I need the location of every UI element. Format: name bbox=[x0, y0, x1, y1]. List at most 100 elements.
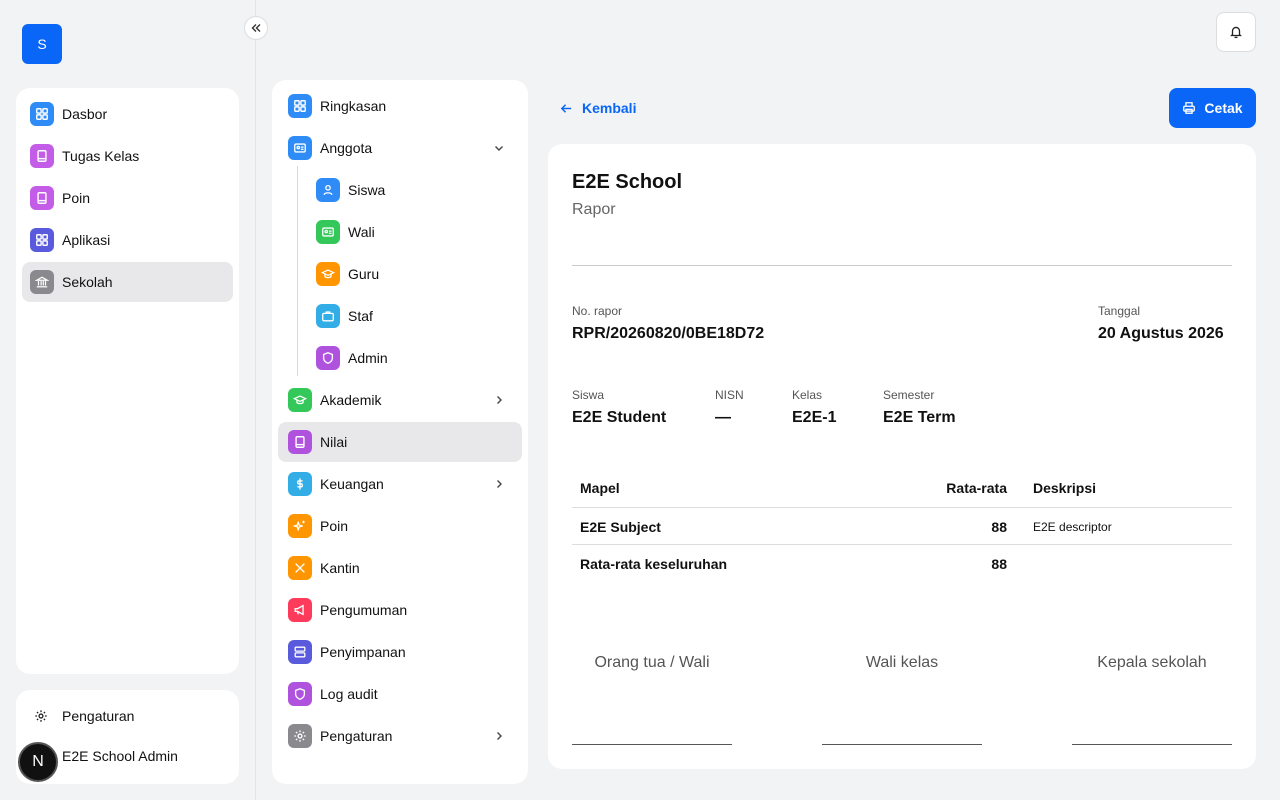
grades-table: Mapel Rata-rata Deskripsi E2E Subject 88… bbox=[572, 470, 1232, 582]
nisn-label: NISN bbox=[715, 388, 744, 402]
subnav-item-keuangan[interactable]: Keuangan bbox=[278, 464, 522, 504]
signature-homeroom-label: Wali kelas bbox=[865, 654, 939, 671]
printer-icon bbox=[1183, 102, 1196, 114]
summary-label-cell: Rata-rata keseluruhan bbox=[580, 556, 728, 572]
back-label: Kembali bbox=[582, 100, 637, 116]
megaphone-icon bbox=[288, 598, 312, 622]
date-label: Tanggal bbox=[1098, 304, 1141, 318]
signature-principal-label: Kepala sekolah bbox=[1097, 654, 1207, 671]
subnav-item-admin[interactable]: Admin bbox=[278, 338, 522, 378]
notifications-button[interactable] bbox=[1216, 12, 1256, 52]
report-card: E2E School Rapor No. rapor RPR/20260820/… bbox=[548, 144, 1256, 769]
subnav-item-label: Wali bbox=[348, 224, 375, 240]
subnav-item-guru[interactable]: Guru bbox=[278, 254, 522, 294]
sidebar-item-label: Tugas Kelas bbox=[62, 148, 140, 164]
shield-icon bbox=[316, 346, 340, 370]
school-name: E2E School bbox=[572, 171, 683, 193]
chevron-right-icon bbox=[497, 480, 502, 488]
sidebar-item-dasbor[interactable]: Dasbor bbox=[22, 94, 233, 134]
chevron-right-icon bbox=[497, 396, 502, 404]
briefcase-icon bbox=[316, 304, 340, 328]
subnav-item-label: Admin bbox=[348, 350, 388, 366]
table-summary-row: Rata-rata keseluruhan 88 bbox=[572, 545, 1232, 582]
subnav-item-label: Guru bbox=[348, 266, 380, 282]
signature-parent-label: Orang tua / Wali bbox=[594, 654, 710, 671]
signature-line bbox=[572, 744, 732, 745]
dollar-icon bbox=[288, 472, 312, 496]
gear-icon bbox=[35, 710, 47, 722]
gear-icon bbox=[288, 724, 312, 748]
subnav-item-wali[interactable]: Wali bbox=[278, 212, 522, 252]
class-label: Kelas bbox=[792, 388, 823, 402]
subnav-item-penyimpanan[interactable]: Penyimpanan bbox=[278, 632, 522, 672]
book-icon bbox=[30, 144, 54, 168]
report-number-label: No. rapor bbox=[572, 304, 623, 318]
semester-label: Semester bbox=[883, 388, 935, 402]
sidebar-item-label: Dasbor bbox=[62, 106, 108, 122]
graduation-cap-icon bbox=[288, 388, 312, 412]
column-header-average: Rata-rata bbox=[946, 480, 1007, 496]
subnav-item-poin[interactable]: Poin bbox=[278, 506, 522, 546]
header-divider bbox=[572, 265, 1232, 266]
sidebar-item-sekolah[interactable]: Sekolah bbox=[22, 262, 233, 302]
sidebar-item-aplikasi[interactable]: Aplikasi bbox=[22, 220, 233, 260]
school-subnav: Ringkasan Anggota Siswa Wali Guru Staf A… bbox=[272, 80, 528, 784]
bank-icon bbox=[30, 270, 54, 294]
tree-connector bbox=[297, 166, 298, 376]
avatar[interactable]: N bbox=[18, 742, 58, 782]
grid-icon bbox=[30, 228, 54, 252]
app-logo[interactable]: S bbox=[22, 24, 62, 64]
subnav-item-anggota[interactable]: Anggota bbox=[278, 128, 522, 168]
subnav-item-nilai[interactable]: Nilai bbox=[278, 422, 522, 462]
class-value: E2E-1 bbox=[792, 409, 837, 426]
id-card-icon bbox=[316, 220, 340, 244]
signature-line bbox=[822, 744, 982, 745]
utensils-icon bbox=[288, 556, 312, 580]
server-icon bbox=[288, 640, 312, 664]
subnav-item-siswa[interactable]: Siswa bbox=[278, 170, 522, 210]
semester-value: E2E Term bbox=[883, 409, 956, 426]
subnav-item-kantin[interactable]: Kantin bbox=[278, 548, 522, 588]
signature-line bbox=[1072, 744, 1232, 745]
collapse-sidebar-button[interactable] bbox=[244, 16, 268, 40]
user-name[interactable]: E2E School Admin bbox=[62, 748, 178, 764]
subnav-item-label: Ringkasan bbox=[320, 98, 387, 114]
settings-link[interactable]: Pengaturan bbox=[34, 706, 134, 726]
subnav-item-akademik[interactable]: Akademik bbox=[278, 380, 522, 420]
subnav-item-pengaturan[interactable]: Pengaturan bbox=[278, 716, 522, 756]
column-header-subject: Mapel bbox=[580, 480, 620, 496]
subnav-item-label: Akademik bbox=[320, 392, 382, 408]
average-cell: 88 bbox=[991, 519, 1007, 535]
document-type: Rapor bbox=[572, 201, 616, 218]
settings-label: Pengaturan bbox=[62, 708, 135, 724]
sidebar-item-label: Aplikasi bbox=[62, 232, 111, 248]
back-link[interactable]: Kembali bbox=[560, 98, 636, 118]
subnav-item-label: Poin bbox=[320, 518, 349, 534]
sidebar-item-tugas-kelas[interactable]: Tugas Kelas bbox=[22, 136, 233, 176]
sparkles-icon bbox=[288, 514, 312, 538]
id-card-icon bbox=[288, 136, 312, 160]
grid-icon bbox=[30, 102, 54, 126]
subnav-item-log-audit[interactable]: Log audit bbox=[278, 674, 522, 714]
subnav-item-label: Nilai bbox=[320, 434, 348, 450]
sidebar-item-label: Poin bbox=[62, 190, 91, 206]
subject-cell: E2E Subject bbox=[580, 519, 661, 535]
chevron-down-icon bbox=[495, 146, 503, 151]
student-value: E2E Student bbox=[572, 409, 667, 426]
subnav-item-ringkasan[interactable]: Ringkasan bbox=[278, 86, 522, 126]
subnav-item-label: Penyimpanan bbox=[320, 644, 406, 660]
subnav-item-label: Anggota bbox=[320, 140, 373, 156]
print-label: Cetak bbox=[1204, 100, 1243, 116]
summary-average-cell: 88 bbox=[991, 556, 1007, 572]
graduation-cap-icon bbox=[316, 262, 340, 286]
table-row: E2E Subject 88 E2E descriptor bbox=[572, 508, 1232, 545]
print-button[interactable]: Cetak bbox=[1169, 88, 1256, 128]
bell-icon bbox=[1230, 26, 1242, 39]
report-number-value: RPR/20260820/0BE18D72 bbox=[572, 325, 765, 342]
student-label: Siswa bbox=[572, 388, 605, 402]
main-nav: Dasbor Tugas Kelas Poin Aplikasi Sekolah bbox=[16, 88, 239, 674]
subnav-item-staf[interactable]: Staf bbox=[278, 296, 522, 336]
sidebar-item-poin[interactable]: Poin bbox=[22, 178, 233, 218]
subnav-item-pengumuman[interactable]: Pengumuman bbox=[278, 590, 522, 630]
chevrons-left-icon bbox=[251, 24, 261, 32]
